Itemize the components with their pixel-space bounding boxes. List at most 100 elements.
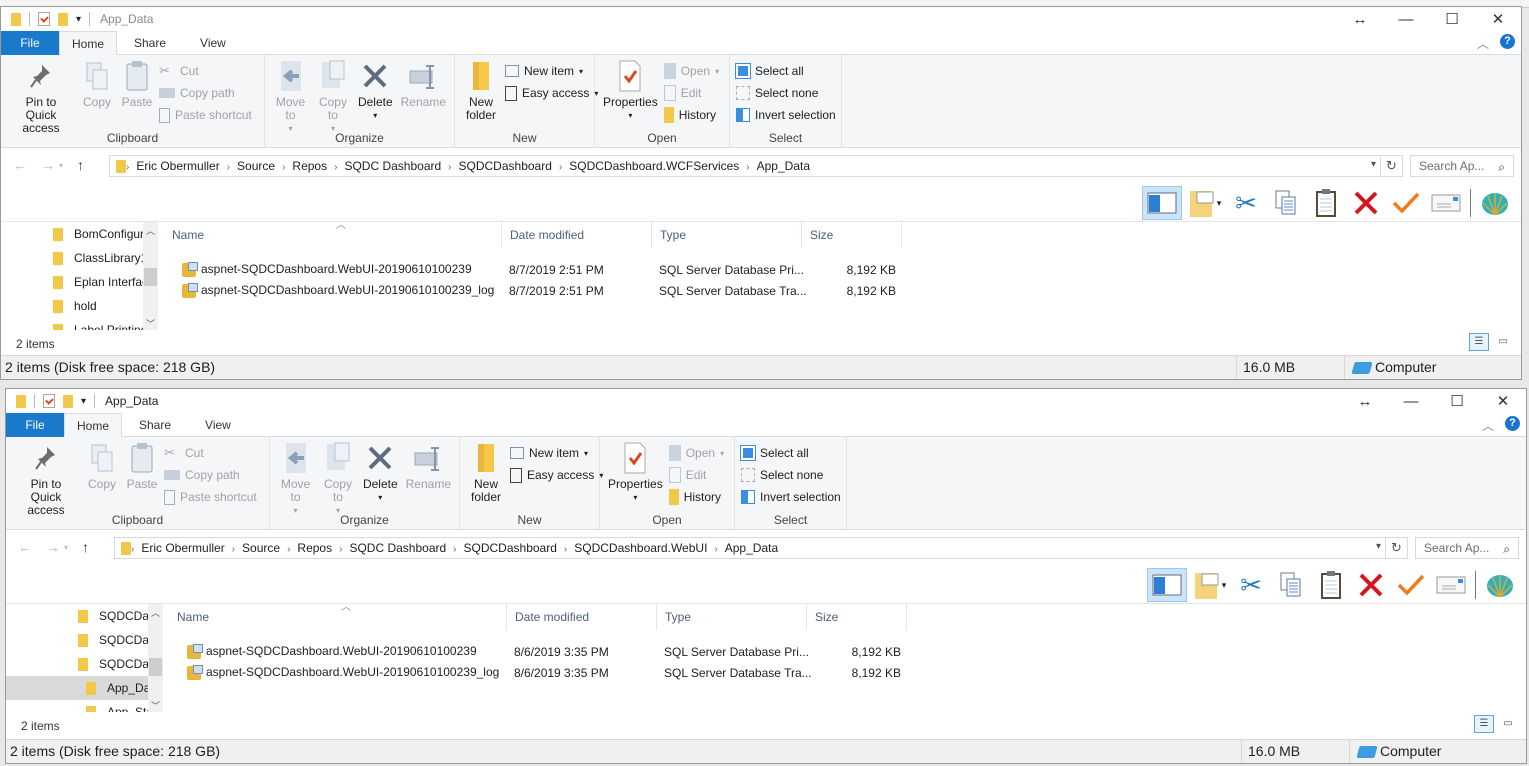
breadcrumb-item[interactable]: Source [242,541,280,555]
properties-check-icon[interactable] [1386,186,1426,220]
breadcrumb-item[interactable]: Repos [297,541,332,555]
refresh-button[interactable]: ↻ [1386,537,1408,559]
breadcrumb-separator-icon[interactable]: › [448,162,451,173]
folder-options-icon[interactable]: ▾ [1187,568,1231,602]
easy-access-button[interactable]: Easy access ▾ [505,84,598,102]
folder-options-icon[interactable]: ▾ [1182,186,1226,220]
tab-file[interactable]: File [6,413,64,437]
breadcrumb-item[interactable]: SQDCDashboard.WCFServices [569,159,739,173]
column-header-type[interactable]: Type [652,222,802,248]
invert-selection-button[interactable]: Invert selection [736,106,836,124]
large-icons-view-icon[interactable]: ▭ [1498,715,1518,733]
large-icons-view-icon[interactable]: ▭ [1493,333,1513,351]
breadcrumb-item[interactable]: SQDC Dashboard [344,159,441,173]
nav-tree-item[interactable]: App_Dat [6,676,150,700]
breadcrumb-separator-icon[interactable]: › [131,544,134,555]
minimize-ribbon-chevron-icon[interactable]: ︿ [1477,35,1489,52]
breadcrumb-item[interactable]: Eric Obermuller [136,159,219,173]
file-row[interactable]: aspnet-SQDCDashboard.WebUI-2019061010023… [169,662,909,683]
nav-tree-item[interactable]: SQDCDash [6,604,150,628]
new-folder-quick-icon[interactable] [58,12,68,26]
column-header-name[interactable]: Name [169,604,507,630]
column-header-name[interactable]: Name [164,222,502,248]
edit-button[interactable]: Edit [668,466,724,484]
properties-quick-icon[interactable] [43,394,55,408]
history-button[interactable]: History [668,488,724,506]
tab-share[interactable]: Share [117,31,183,55]
new-item-button[interactable]: New item ▾ [510,444,603,462]
help-button[interactable]: ? [1505,416,1520,431]
customize-quick-access-dropdown[interactable]: ▾ [76,14,81,25]
open-shell-icon[interactable] [1480,568,1520,602]
recent-locations-chevron-icon[interactable]: ▾ [59,157,63,175]
nav-tree-item[interactable]: SQDCDash [6,652,150,676]
tab-file[interactable]: File [1,31,59,55]
breadcrumb-item[interactable]: Repos [292,159,327,173]
file-row[interactable]: aspnet-SQDCDashboard.WebUI-2019061010023… [164,259,904,280]
breadcrumb-item[interactable]: SQDCDashboard [464,541,557,555]
copy-icon[interactable] [1271,568,1311,602]
envelope-icon[interactable] [1426,186,1466,220]
breadcrumb-separator-icon[interactable]: › [746,162,749,173]
up-arrow-icon[interactable]: ↑ [77,157,84,175]
scroll-down-arrow-icon[interactable]: ﹀ [151,699,160,712]
tab-home[interactable]: Home [59,31,117,55]
breadcrumb-item[interactable]: SQDC Dashboard [349,541,446,555]
open-shell-icon[interactable] [1475,186,1515,220]
tab-home[interactable]: Home [64,413,122,437]
breadcrumb-item[interactable]: SQDCDashboard.WebUI [574,541,707,555]
cut-scissors-icon[interactable]: ✂ [1231,568,1271,602]
breadcrumb-separator-icon[interactable]: › [339,544,342,555]
address-dropdown-icon[interactable]: ▾ [1371,159,1376,170]
resize-icon[interactable]: ↔ [1342,393,1388,410]
properties-quick-icon[interactable] [38,12,50,26]
breadcrumb-item[interactable]: App_Data [725,541,778,555]
new-folder-quick-icon[interactable] [63,394,73,408]
nav-tree-item[interactable]: App_Star [6,700,150,712]
nav-tree-item[interactable]: Eplan Interfac [1,270,145,294]
breadcrumb-separator-icon[interactable]: › [714,544,717,555]
breadcrumb-item[interactable]: SQDCDashboard [459,159,552,173]
column-header-date-modified[interactable]: Date modified [507,604,657,630]
breadcrumb-separator-icon[interactable]: › [559,162,562,173]
scroll-up-arrow-icon[interactable]: ︿ [151,606,160,619]
forward-arrow-icon[interactable]: → [41,157,55,175]
breadcrumb-separator-icon[interactable]: › [334,162,337,173]
cut-button[interactable]: ✂ Cut [164,444,257,462]
breadcrumb-separator-icon[interactable]: › [126,162,129,173]
new-item-button[interactable]: New item ▾ [505,62,598,80]
up-arrow-icon[interactable]: ↑ [82,539,89,557]
scrollbar-thumb[interactable] [149,658,162,676]
tab-view[interactable]: View [183,31,243,55]
search-input[interactable]: Search Ap... ⌕ [1415,537,1519,559]
copy-path-button[interactable]: Copy path [159,84,252,102]
refresh-button[interactable]: ↻ [1381,155,1403,177]
paste-clipboard-icon[interactable] [1311,568,1351,602]
breadcrumb-separator-icon[interactable]: › [282,162,285,173]
cut-button[interactable]: ✂ Cut [159,62,252,80]
copy-icon[interactable] [1266,186,1306,220]
column-header-size[interactable]: Size [807,604,907,630]
copy-path-button[interactable]: Copy path [164,466,257,484]
scroll-down-arrow-icon[interactable]: ﹀ [146,317,155,330]
navigation-pane-toggle-icon[interactable] [1147,568,1187,602]
maximize-button[interactable]: ☐ [1434,392,1480,410]
breadcrumb-separator-icon[interactable]: › [453,544,456,555]
minimize-ribbon-chevron-icon[interactable]: ︿ [1482,417,1494,434]
breadcrumb-separator-icon[interactable]: › [287,544,290,555]
back-arrow-icon[interactable]: ← [13,157,27,175]
minimize-button[interactable]: — [1383,11,1429,28]
file-row[interactable]: aspnet-SQDCDashboard.WebUI-2019061010023… [164,280,904,301]
navigation-pane-scrollbar[interactable]: ︿ ﹀ [143,222,158,330]
nav-tree-item[interactable]: SQDCDash [6,628,150,652]
details-view-icon[interactable]: ☰ [1469,333,1489,351]
paste-clipboard-icon[interactable] [1306,186,1346,220]
nav-tree-item[interactable]: Label Printing [1,318,145,330]
search-input[interactable]: Search Ap... ⌕ [1410,155,1514,177]
address-dropdown-icon[interactable]: ▾ [1376,541,1381,552]
file-row[interactable]: aspnet-SQDCDashboard.WebUI-2019061010023… [169,641,909,662]
scroll-up-arrow-icon[interactable]: ︿ [146,224,155,237]
invert-selection-button[interactable]: Invert selection [741,488,841,506]
details-view-icon[interactable]: ☰ [1474,715,1494,733]
envelope-icon[interactable] [1431,568,1471,602]
